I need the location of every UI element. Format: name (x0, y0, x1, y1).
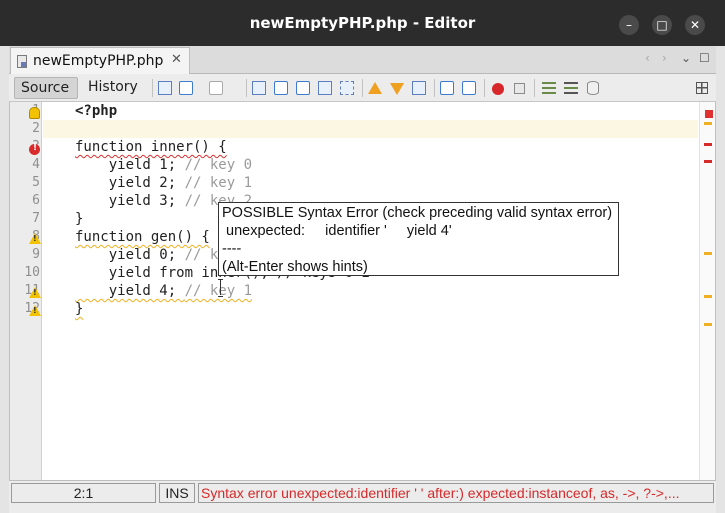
last-edit-icon[interactable] (158, 81, 172, 95)
previous-bookmark-icon[interactable] (368, 82, 382, 94)
stripe-warning-mark[interactable] (704, 295, 712, 298)
warning-icon[interactable] (29, 305, 41, 316)
status-message: Syntax error unexpected:identifier ' ' a… (198, 483, 714, 503)
minimize-icon[interactable]: – (619, 15, 639, 35)
tab-list-icon[interactable]: ⌄ (681, 51, 691, 65)
find-next-icon[interactable] (296, 81, 310, 95)
code-text: yield 2; (75, 175, 185, 191)
stripe-warning-mark[interactable] (704, 122, 712, 125)
tab-newemptyphp[interactable]: newEmptyPHP.php ✕ (10, 47, 190, 74)
comment-icon[interactable] (542, 82, 556, 94)
toolbar-separator (152, 79, 153, 97)
tooltip-line: ---- (222, 241, 242, 257)
mouse-ibeam-cursor-icon (217, 279, 223, 297)
insert-mode-indicator[interactable]: INS (159, 483, 195, 503)
editor-tab-strip: newEmptyPHP.php ✕ ‹ › ⌄ ☐ (9, 46, 716, 74)
editor-toolbar: Source History (9, 74, 716, 102)
next-bookmark-icon[interactable] (390, 83, 404, 95)
tab-next-icon[interactable]: › (662, 51, 667, 65)
close-icon[interactable]: ✕ (685, 15, 705, 35)
toolbar-separator (246, 79, 247, 97)
php-file-icon (17, 55, 27, 68)
toolbar-separator (362, 79, 363, 97)
status-bar: 2:1 INS Syntax error unexpected:identifi… (9, 480, 716, 504)
stop-macro-icon[interactable] (514, 83, 525, 94)
line-number: 2 (32, 121, 40, 136)
window-title: newEmptyPHP.php - Editor (249, 14, 476, 32)
warning-icon[interactable] (29, 233, 41, 244)
line-number: 5 (32, 175, 40, 190)
tab-prev-icon[interactable]: ‹ (645, 51, 650, 65)
tab-label: newEmptyPHP.php (33, 53, 164, 69)
tooltip-line: unexpected: identifier ' yield 4' (222, 223, 452, 239)
toolbar-separator (434, 79, 435, 97)
code-editor[interactable]: 1 2 3 4 5 6 7 8 9 10 11 12 <?php functio… (9, 102, 716, 480)
line-number: 10 (24, 265, 40, 280)
split-view-icon[interactable] (696, 82, 708, 94)
window-border-right (716, 46, 725, 513)
code-line: yield 2; // key 1 (75, 174, 252, 192)
code-line-warning: function gen() { (75, 229, 210, 245)
code-text: yield 3; (75, 193, 185, 209)
stripe-error-mark[interactable] (704, 143, 712, 146)
warning-icon[interactable] (29, 287, 41, 298)
caret-position[interactable]: 2:1 (11, 483, 156, 503)
line-number: 4 (32, 157, 40, 172)
current-line-highlight (43, 120, 698, 138)
line-number: 7 (32, 211, 40, 226)
source-button[interactable]: Source (14, 77, 78, 99)
shift-left-icon[interactable] (440, 81, 454, 95)
line-number: 6 (32, 193, 40, 208)
toggle-highlight-icon[interactable] (340, 81, 354, 95)
maximize-icon[interactable]: □ (652, 15, 672, 35)
restore-window-icon[interactable]: ☐ (699, 51, 710, 65)
hint-icon[interactable] (29, 107, 40, 119)
code-line: } (75, 211, 84, 227)
code-line: <?php (75, 103, 118, 119)
code-line-warning: yield 4; // key 1 (75, 282, 252, 300)
tab-close-icon[interactable]: ✕ (171, 52, 182, 67)
record-macro-icon[interactable] (492, 83, 504, 95)
stripe-error-mark[interactable] (704, 160, 712, 163)
find-selection-icon[interactable] (318, 81, 332, 95)
stripe-warning-mark[interactable] (704, 323, 712, 326)
code-text: yield 0; (75, 247, 185, 263)
database-icon[interactable] (587, 81, 599, 95)
window-titlebar: newEmptyPHP.php - Editor – □ ✕ (0, 0, 725, 46)
history-button[interactable]: History (82, 77, 146, 99)
window-border-left (0, 46, 9, 513)
back-icon[interactable] (179, 81, 193, 95)
syntax-error-tooltip: POSSIBLE Syntax Error (check preceding v… (218, 202, 619, 276)
stripe-warning-mark[interactable] (704, 252, 712, 255)
toolbar-separator (534, 79, 535, 97)
tooltip-line: POSSIBLE Syntax Error (check preceding v… (222, 205, 613, 221)
forward-icon[interactable] (209, 81, 223, 95)
toggle-bookmark-icon[interactable] (412, 81, 426, 95)
error-icon[interactable] (29, 143, 40, 155)
line-number: 9 (32, 247, 40, 262)
code-line-warning: } (75, 301, 84, 317)
code-comment: // key 1 (184, 175, 253, 191)
error-status-icon (705, 110, 713, 118)
code-comment: // key 0 (184, 157, 253, 173)
code-line-error: function inner() { (75, 139, 227, 155)
shift-right-icon[interactable] (462, 81, 476, 95)
toolbar-separator (484, 79, 485, 97)
tooltip-line: (Alt-Enter shows hints) (222, 259, 368, 275)
code-line: yield 1; // key 0 (75, 156, 252, 174)
error-stripe[interactable] (699, 102, 715, 480)
code-text: yield 1; (75, 157, 185, 173)
line-number-gutter: 1 2 3 4 5 6 7 8 9 10 11 12 (10, 102, 42, 480)
find-icon[interactable] (252, 81, 266, 95)
uncomment-icon[interactable] (564, 82, 578, 94)
find-previous-icon[interactable] (274, 81, 288, 95)
code-text: yield 4; (75, 283, 185, 299)
